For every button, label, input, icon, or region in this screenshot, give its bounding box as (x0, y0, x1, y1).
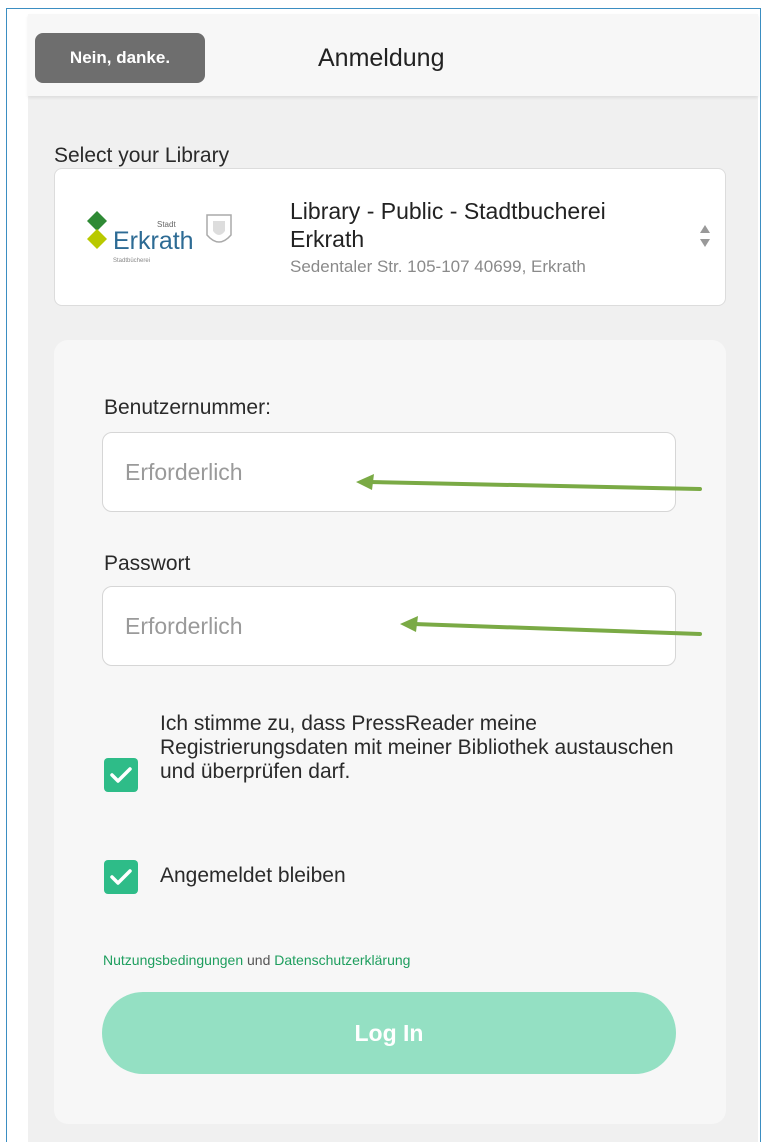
privacy-link[interactable]: Datenschutzerklärung (274, 952, 410, 968)
username-input[interactable] (102, 432, 676, 512)
select-library-label: Select your Library (54, 144, 230, 167)
login-form: Benutzernummer: Passwort Ich stimme zu, … (54, 340, 726, 1124)
page-title: Anmeldung (318, 44, 445, 72)
checkmark-icon (110, 869, 132, 885)
password-input[interactable] (102, 586, 676, 666)
consent-text: Ich stimme zu, dass PressReader meine Re… (160, 712, 674, 783)
password-label: Passwort (104, 552, 191, 575)
logo-crest-icon (206, 214, 232, 243)
library-logo: Stadt Erkrath Stadtbücherei (87, 211, 232, 264)
consent-checkbox[interactable] (104, 758, 138, 792)
library-address: Sedentaler Str. 105-107 40699, Erkrath (290, 257, 586, 276)
stay-logged-in-text: Angemeldet bleiben (160, 864, 346, 887)
library-name: Library - Public - Stadtbucherei Erkrath (290, 198, 606, 252)
library-selector[interactable]: Stadt Erkrath Stadtbücherei Library - Pu… (54, 168, 726, 306)
stay-logged-in-checkbox[interactable] (104, 860, 138, 894)
terms-link[interactable]: Nutzungsbedingungen (103, 952, 243, 968)
login-button[interactable]: Log In (102, 992, 676, 1074)
logo-diamond-icon (87, 211, 107, 249)
login-page: Nein, danke. Anmeldung Select your Libra… (28, 14, 758, 1142)
sort-arrows-icon (700, 225, 710, 247)
logo-subtext: Stadtbücherei (113, 258, 150, 264)
terms-and-text: und (247, 952, 271, 968)
username-label: Benutzernummer: (104, 396, 271, 419)
header-bar: Nein, danke. Anmeldung (28, 14, 758, 96)
terms-line: Nutzungsbedingungen und Datenschutzerklä… (103, 952, 410, 968)
logo-text: Erkrath (113, 227, 194, 255)
checkmark-icon (110, 767, 132, 783)
dismiss-button[interactable]: Nein, danke. (35, 33, 205, 83)
